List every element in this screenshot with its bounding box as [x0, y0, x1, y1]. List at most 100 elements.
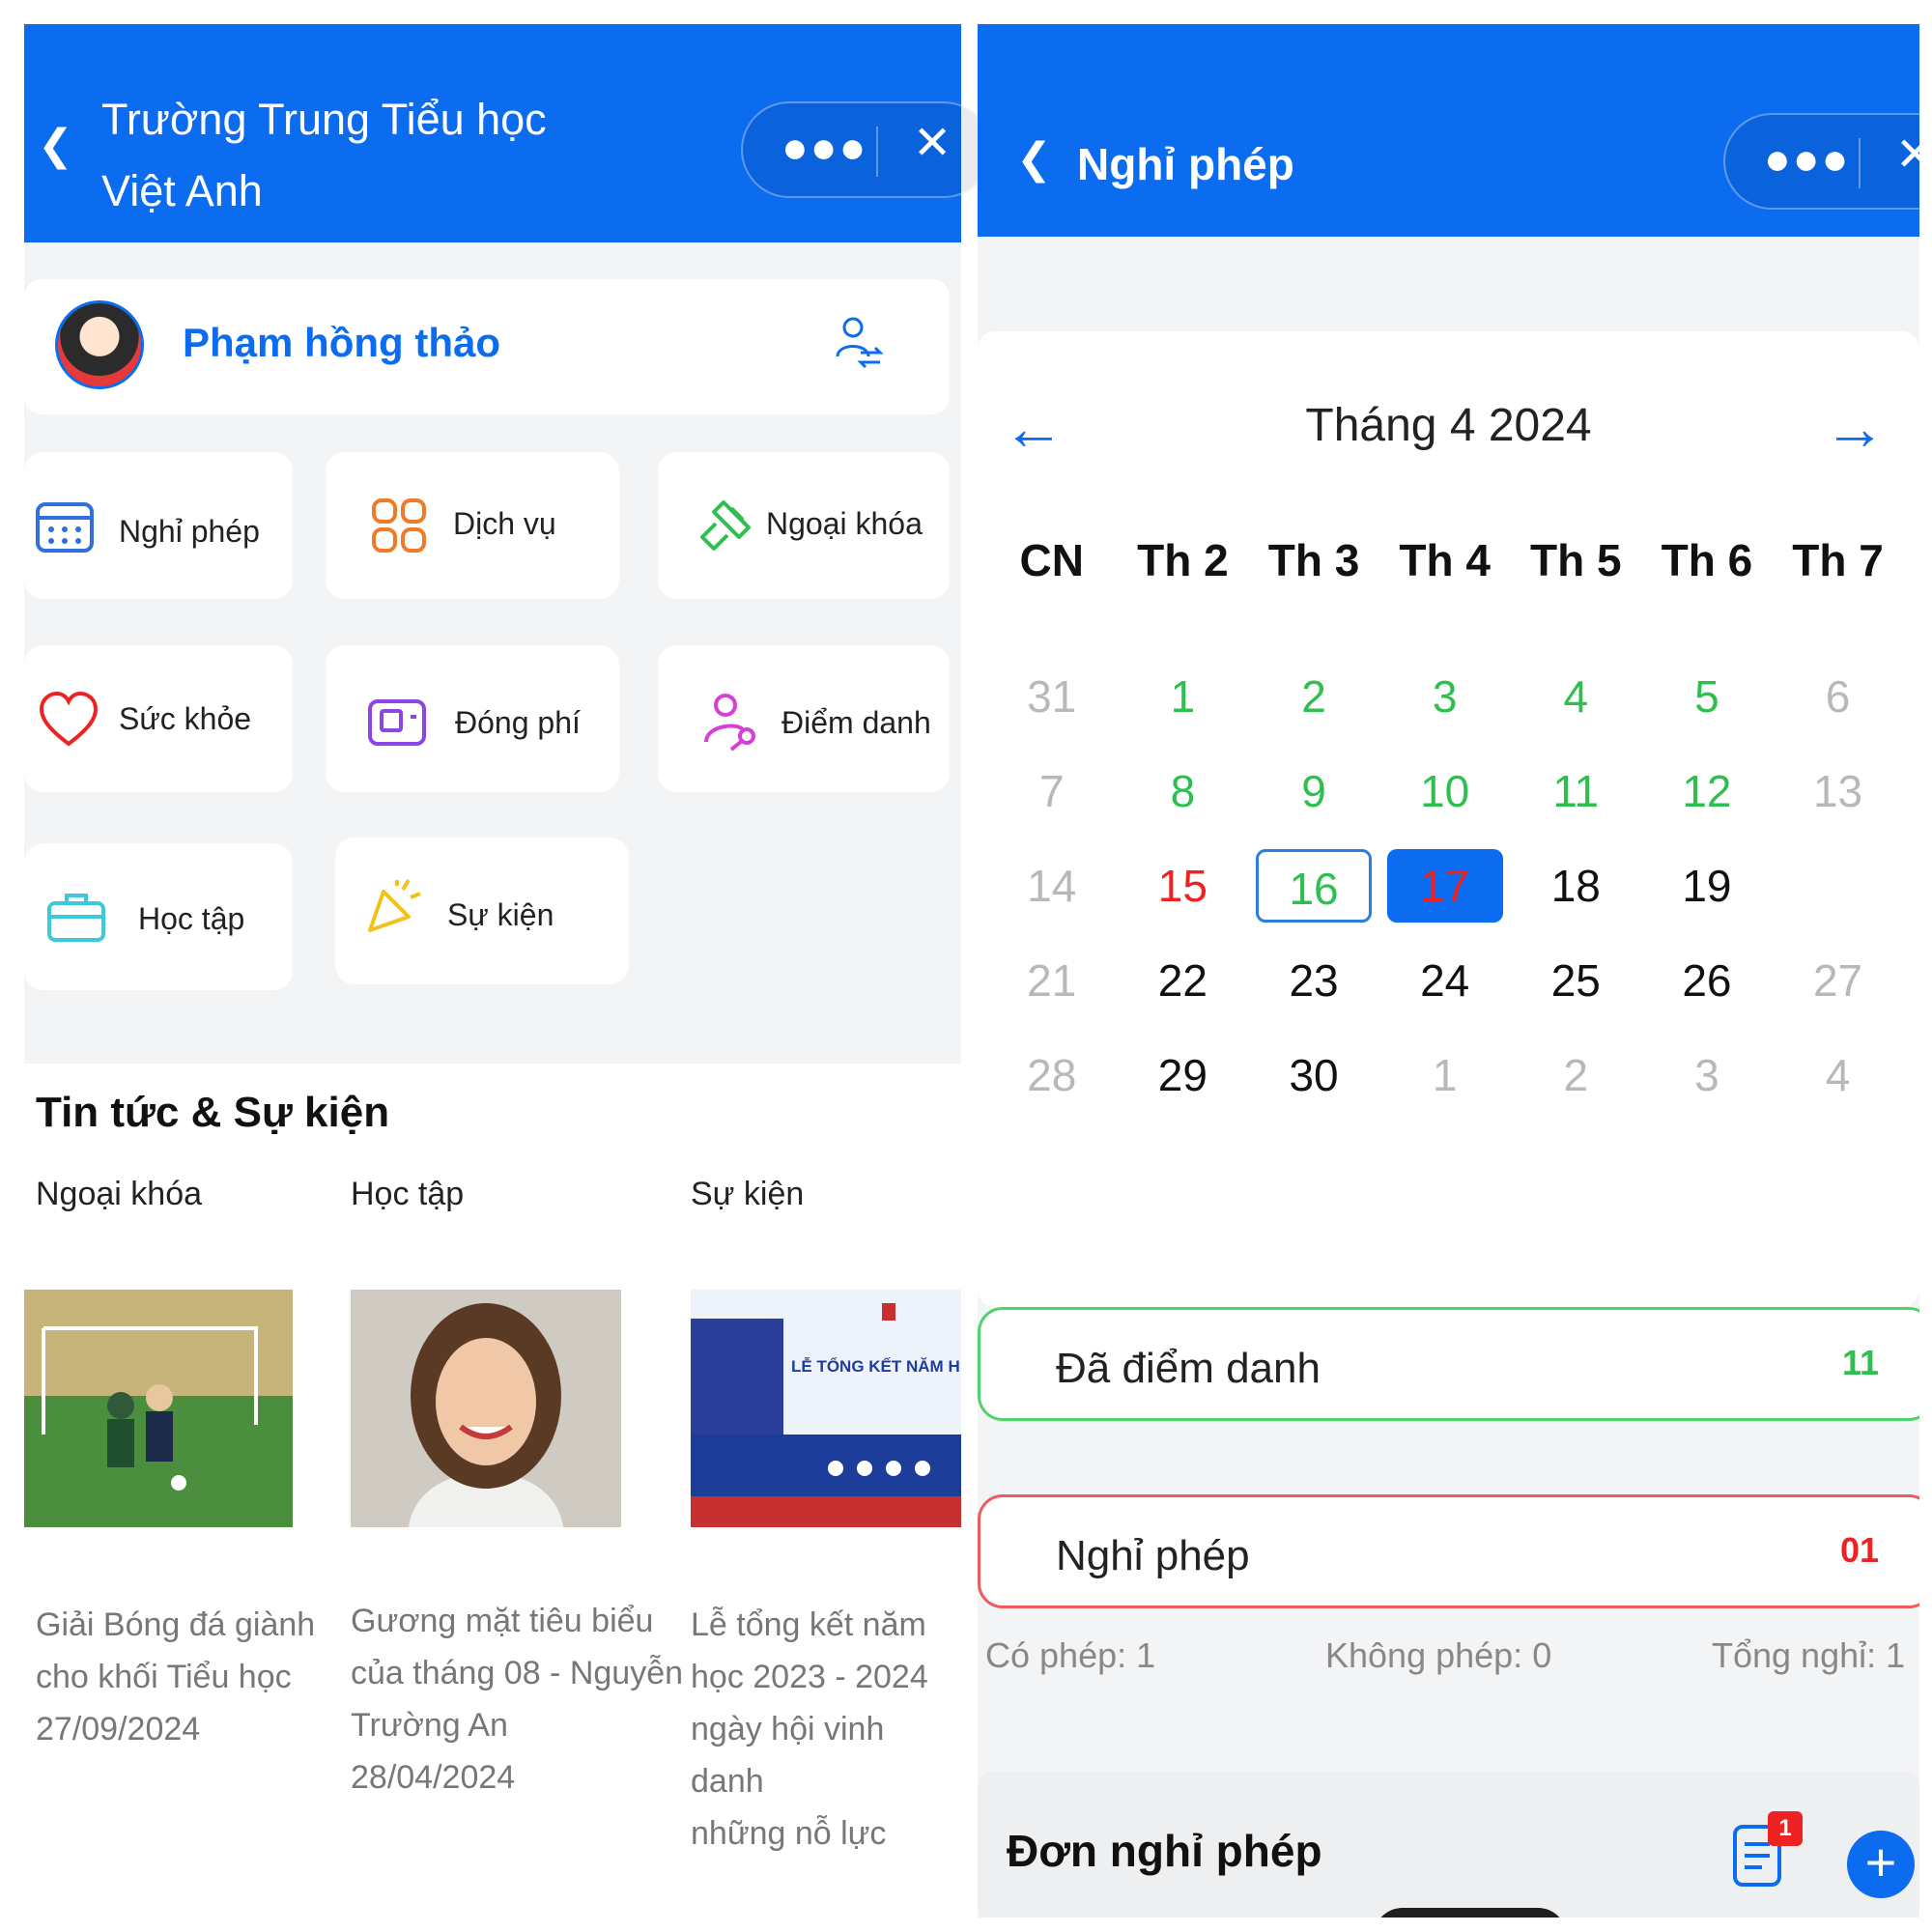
calendar-day[interactable]: 4 — [1780, 1038, 1896, 1112]
news-tab-ngoai-khoa[interactable]: Ngoại khóa — [36, 1176, 202, 1213]
calendar-day[interactable]: 14 — [994, 849, 1110, 923]
calendar-day[interactable]: 6 — [1780, 660, 1896, 733]
home-header: ❮ Trường Trung Tiểu học Việt Anh ●●● ✕ — [24, 24, 992, 242]
calendar-day[interactable]: 2 — [1518, 1038, 1634, 1112]
tile-dich-vu[interactable]: Dịch vụ — [326, 452, 619, 599]
tile-label: Học tập — [138, 901, 245, 936]
stat-value: 01 — [1839, 1530, 1879, 1570]
news-thumb-football[interactable] — [24, 1290, 293, 1527]
weekday-header: Th 5 — [1530, 535, 1622, 585]
tile-label: Điểm danh — [781, 705, 931, 740]
calendar-icon — [36, 502, 94, 553]
caption-date: 27/09/2024 — [36, 1711, 201, 1747]
more-icon[interactable]: ●●● — [1764, 136, 1850, 181]
stat-value: 11 — [1841, 1343, 1879, 1382]
calendar-day[interactable]: 3 — [1387, 660, 1503, 733]
user-key-icon — [704, 694, 755, 752]
home-screen: ❮ Trường Trung Tiểu học Việt Anh ●●● ✕ P… — [24, 24, 992, 1918]
calendar-day[interactable]: 27 — [1780, 944, 1896, 1017]
caption-date: 28/04/2024 — [351, 1759, 516, 1796]
calendar-day[interactable]: 16 — [1256, 849, 1373, 923]
tile-nghi-phep[interactable]: Nghỉ phép — [24, 452, 293, 599]
calendar-day[interactable]: 13 — [1780, 754, 1896, 828]
calendar-day[interactable]: 10 — [1387, 754, 1503, 828]
mini-app-capsule: ●●● ✕ — [741, 101, 992, 198]
add-leave-button[interactable]: + — [1847, 1831, 1915, 1898]
calendar-day[interactable]: 12 — [1649, 754, 1765, 828]
close-icon[interactable]: ✕ — [1895, 132, 1919, 179]
summary-co-phep: Có phép: 1 — [985, 1635, 1156, 1675]
caption-line: Gương mặt tiêu biểu — [351, 1603, 654, 1639]
calendar-day[interactable]: 1 — [1387, 1038, 1503, 1112]
caption-line: Lễ tổng kết năm — [691, 1606, 926, 1643]
calendar-day[interactable]: 26 — [1649, 944, 1765, 1017]
profile-card[interactable]: Phạm hồng thảo — [24, 279, 950, 414]
news-caption: Giải Bóng đá giành cho khối Tiểu học 27/… — [36, 1599, 315, 1755]
calendar-day[interactable]: 11 — [1518, 754, 1634, 828]
calendar-day[interactable]: 31 — [994, 660, 1110, 733]
calendar-day[interactable]: 1 — [1124, 660, 1240, 733]
tile-dong-phi[interactable]: Đóng phí — [326, 645, 619, 792]
weekday-header: Th 3 — [1267, 535, 1360, 585]
poster-title: LỄ TỔNG KẾT NĂM H — [791, 1357, 960, 1376]
calendar-day[interactable]: 23 — [1256, 944, 1372, 1017]
weekday-header: Th 4 — [1399, 535, 1491, 585]
leave-screen: ❮ Nghỉ phép ●●● ✕ ← Tháng 4 2024 → CN Th … — [978, 24, 1919, 1918]
calendar-day[interactable]: 7 — [994, 754, 1110, 828]
calendar-day[interactable]: 9 — [1256, 754, 1372, 828]
news-tab-su-kien[interactable]: Sự kiện — [691, 1176, 804, 1213]
calendar-day[interactable]: 2 — [1256, 660, 1372, 733]
calendar-day[interactable]: 25 — [1518, 944, 1634, 1017]
close-icon[interactable]: ✕ — [913, 121, 952, 167]
tile-diem-danh[interactable]: Điểm danh — [658, 645, 950, 792]
tile-label: Nghỉ phép — [119, 514, 260, 549]
weekday-header: Th 6 — [1661, 535, 1753, 585]
month-label: Tháng 4 2024 — [1305, 400, 1592, 451]
tile-suc-khoe[interactable]: Sức khỏe — [24, 645, 293, 792]
calendar-day[interactable]: 4 — [1518, 660, 1634, 733]
more-icon[interactable]: ●●● — [781, 125, 867, 169]
weekday-header: Th 7 — [1792, 535, 1884, 585]
student-name: Phạm hồng thảo — [183, 320, 500, 365]
capsule-divider — [876, 127, 878, 177]
news-tab-hoc-tap[interactable]: Học tập — [351, 1176, 464, 1213]
summary-khong-phep: Không phép: 0 — [1325, 1635, 1552, 1675]
calendar-day[interactable]: 22 — [1124, 944, 1240, 1017]
stat-label: Đã điểm danh — [1056, 1345, 1321, 1392]
tile-hoc-tap[interactable]: Học tập — [24, 843, 293, 990]
calendar-day[interactable]: 5 — [1649, 660, 1765, 733]
stat-label: Nghỉ phép — [1056, 1532, 1250, 1579]
news-thumb-ceremony[interactable]: LỄ TỔNG KẾT NĂM H — [691, 1290, 961, 1527]
caption-line: Giải Bóng đá giành — [36, 1606, 316, 1643]
calendar-day[interactable]: 17 — [1386, 849, 1503, 923]
capsule-divider — [1859, 138, 1861, 188]
heart-icon — [39, 691, 99, 747]
next-month-arrow-icon[interactable]: → — [1824, 397, 1886, 459]
leave-request-card: Đơn nghỉ phép 1 + — [978, 1771, 1919, 1918]
tile-ngoai-khoa[interactable]: Ngoại khóa — [658, 452, 950, 599]
mini-app-capsule: ●●● ✕ — [1723, 113, 1919, 210]
calendar-day[interactable]: 30 — [1256, 1038, 1372, 1112]
news-thumb-portrait[interactable] — [351, 1290, 621, 1527]
calendar-day[interactable]: 29 — [1124, 1038, 1240, 1112]
tile-label: Ngoại khóa — [766, 506, 923, 541]
leave-request-title: Đơn nghỉ phép — [1007, 1826, 1322, 1876]
caption-line: của tháng 08 - Nguyễn — [351, 1655, 684, 1691]
calendar-day[interactable]: 21 — [994, 944, 1110, 1017]
calendar-day[interactable]: 15 — [1124, 849, 1240, 923]
stat-leave: Nghỉ phép 01 — [978, 1494, 1919, 1608]
weekday-header: Th 2 — [1137, 535, 1229, 585]
page-title: Nghỉ phép — [1077, 139, 1294, 189]
tile-su-kien[interactable]: Sự kiện — [335, 838, 629, 984]
calendar-day[interactable]: 24 — [1387, 944, 1503, 1017]
broom-icon — [700, 500, 751, 551]
wallet-icon — [368, 699, 426, 746]
back-chevron-icon[interactable]: ❮ — [38, 125, 73, 167]
calendar-day[interactable]: 19 — [1649, 849, 1765, 923]
calendar-day[interactable]: 3 — [1649, 1038, 1765, 1112]
switch-user-icon[interactable] — [832, 314, 886, 372]
back-chevron-icon[interactable]: ❮ — [1016, 138, 1052, 181]
calendar-day[interactable]: 18 — [1518, 849, 1634, 923]
calendar-day[interactable]: 28 — [994, 1038, 1110, 1112]
calendar-day[interactable]: 8 — [1124, 754, 1240, 828]
